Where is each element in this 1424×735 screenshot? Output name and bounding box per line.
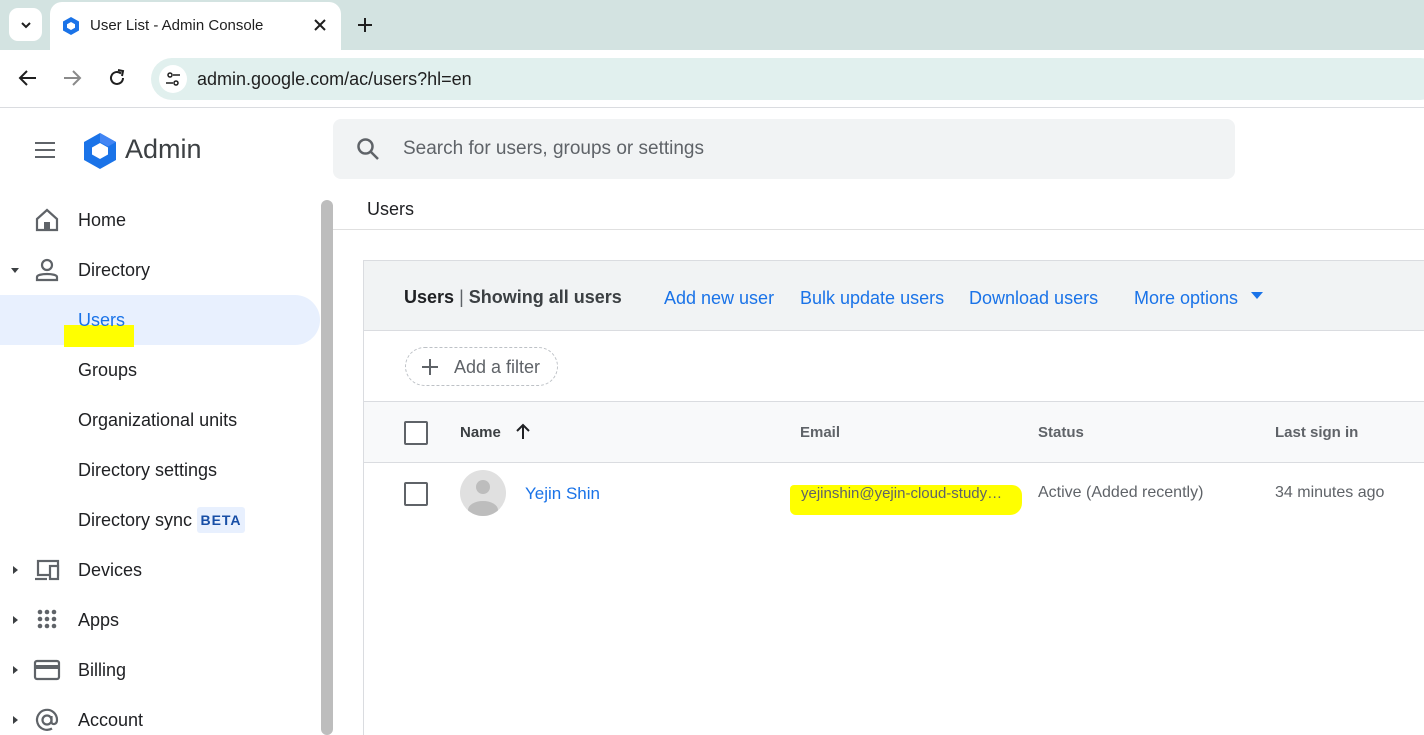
sidebar-item-devices[interactable]: Devices <box>0 545 320 595</box>
sidebar-item-organizational-units[interactable]: Organizational units <box>0 395 320 445</box>
sidebar-item-billing[interactable]: Billing <box>0 645 320 695</box>
browser-tab-active[interactable]: User List - Admin Console <box>50 2 341 50</box>
browser-toolbar: admin.google.com/ac/users?hl=en <box>0 50 1424 108</box>
user-name-link[interactable]: Yejin Shin <box>525 484 600 504</box>
user-email: yejinshin@yejin-cloud-study… <box>801 485 1003 502</box>
sidebar-item-users[interactable]: Users <box>0 295 320 345</box>
app-name[interactable]: Admin <box>125 134 202 165</box>
sidebar-item-account[interactable]: Account <box>0 695 320 735</box>
sidebar-item-apps[interactable]: Apps <box>0 595 320 645</box>
row-checkbox[interactable] <box>404 482 428 506</box>
sidebar-item-directory-sync[interactable]: Directory sync <box>0 495 320 545</box>
sidebar-item-label: Home <box>78 210 127 230</box>
sidebar-item-directory-settings[interactable]: Directory settings <box>0 445 320 495</box>
card-header: Users | Showing all users Add new user B… <box>364 261 1424 331</box>
column-header-name[interactable]: Name <box>460 424 501 441</box>
main-menu-icon[interactable] <box>33 138 57 162</box>
devices-icon <box>35 559 60 581</box>
search-input[interactable] <box>403 119 1203 179</box>
tab-search-button[interactable] <box>9 8 42 41</box>
credit-card-icon <box>33 659 61 681</box>
sidebar-item-label: Billing <box>78 660 127 680</box>
column-header-last-sign-in[interactable]: Last sign in <box>1275 424 1358 441</box>
sidebar-item-label: Organizational units <box>78 410 238 430</box>
caret-down-icon[interactable] <box>9 264 21 276</box>
home-icon <box>35 208 59 232</box>
sidebar-item-directory[interactable]: Directory <box>0 245 320 295</box>
divider <box>333 229 1424 230</box>
global-search-bar[interactable] <box>333 119 1235 179</box>
new-tab-plus-icon[interactable] <box>354 14 376 36</box>
address-bar[interactable]: admin.google.com/ac/users?hl=en <box>151 58 1424 100</box>
column-header-status[interactable]: Status <box>1038 424 1084 441</box>
person-icon <box>35 258 59 282</box>
card-title-main: Users <box>404 287 455 307</box>
caret-down-icon[interactable] <box>1251 292 1263 300</box>
avatar <box>460 470 506 516</box>
sidebar-item-label: Groups <box>78 360 138 380</box>
breadcrumb[interactable]: Users <box>367 199 414 220</box>
sidebar-scrollbar[interactable] <box>321 200 333 735</box>
url-text: admin.google.com/ac/users?hl=en <box>197 69 472 89</box>
search-icon[interactable] <box>355 136 381 162</box>
caret-right-icon[interactable] <box>9 564 21 576</box>
sidebar-item-groups[interactable]: Groups <box>0 345 320 395</box>
card-subtitle: Showing all users <box>468 287 622 307</box>
bulk-update-users-button[interactable]: Bulk update users <box>800 288 944 309</box>
sidebar-item-users-label: Users <box>78 310 126 330</box>
browser-tab-bar: User List - Admin Console <box>0 0 1424 50</box>
sidebar-item-home[interactable]: Home <box>0 195 320 245</box>
select-all-checkbox[interactable] <box>404 421 428 445</box>
more-options-button[interactable]: More options <box>1134 288 1238 309</box>
add-filter-label: Add a filter <box>454 357 541 377</box>
sidebar-item-label: Directory <box>78 260 151 280</box>
sidebar-item-label: Devices <box>78 560 143 580</box>
table-header-row: Name Email Status Last sign in <box>364 401 1424 463</box>
user-status: Active (Added recently) <box>1038 484 1204 501</box>
caret-right-icon[interactable] <box>9 714 21 726</box>
default-avatar-icon <box>468 480 498 516</box>
back-arrow-icon[interactable] <box>17 67 39 89</box>
add-filter-button[interactable]: Add a filter <box>405 347 558 386</box>
card-title: Users | Showing all users <box>404 287 622 308</box>
sidebar-item-label: Directory settings <box>78 460 218 480</box>
reload-icon[interactable] <box>106 67 128 89</box>
sidebar-item-label: Account <box>78 710 144 730</box>
tune-icon <box>166 72 180 86</box>
download-users-button[interactable]: Download users <box>969 288 1098 309</box>
sidebar-item-label: Directory sync <box>78 510 193 530</box>
plus-icon <box>422 359 438 375</box>
table-row[interactable]: Yejin Shin yejinshin@yejin-cloud-study… … <box>364 463 1424 525</box>
chevron-down-icon <box>20 21 31 28</box>
users-card: Users | Showing all users Add new user B… <box>363 260 1424 735</box>
apps-grid-icon <box>37 609 57 629</box>
at-sign-icon <box>35 708 59 731</box>
sidebar-item-label: Apps <box>78 610 120 630</box>
tab-title: User List - Admin Console <box>90 17 264 34</box>
site-info-button[interactable] <box>159 65 187 93</box>
card-title-separator: | <box>459 287 464 307</box>
beta-badge: BETA <box>197 507 245 533</box>
caret-right-icon[interactable] <box>9 664 21 676</box>
caret-right-icon[interactable] <box>9 614 21 626</box>
arrow-up-sort-icon[interactable] <box>514 423 532 441</box>
add-new-user-button[interactable]: Add new user <box>664 288 774 309</box>
admin-logo-icon[interactable] <box>80 131 120 171</box>
user-last-sign-in: 34 minutes ago <box>1275 484 1385 501</box>
close-icon[interactable] <box>312 17 328 33</box>
admin-favicon-icon <box>63 17 79 35</box>
column-header-email[interactable]: Email <box>800 424 840 441</box>
forward-arrow-icon[interactable] <box>61 67 83 89</box>
